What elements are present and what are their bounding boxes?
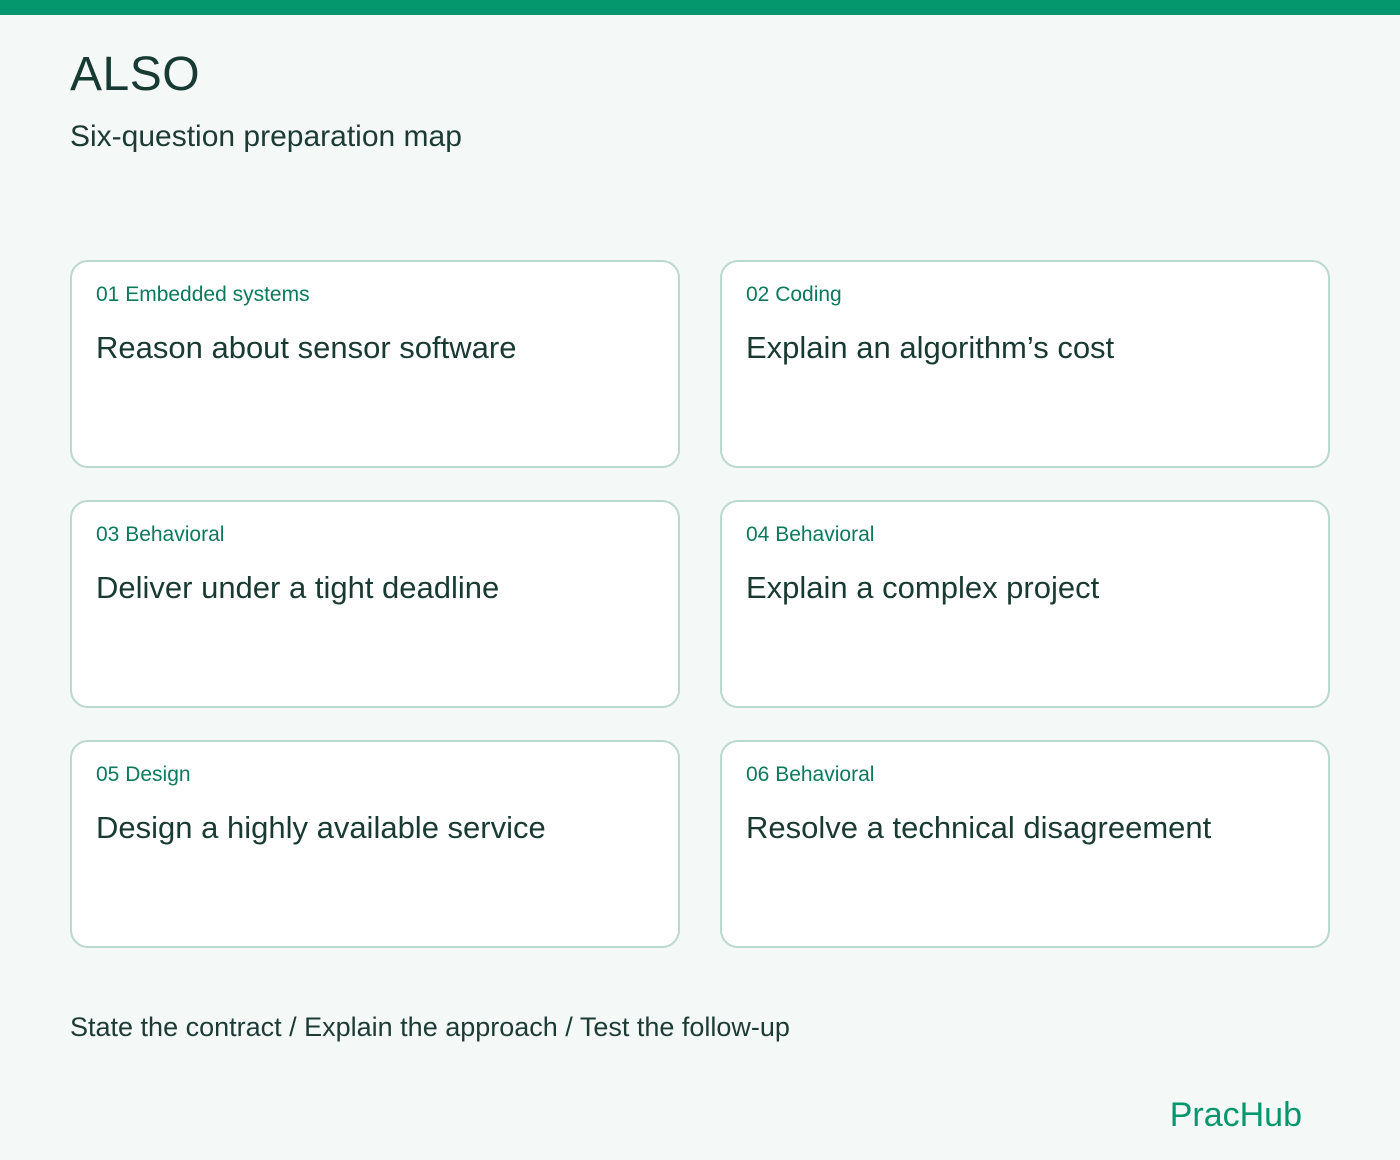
card-title: Deliver under a tight deadline	[96, 570, 500, 605]
card-title: Design a highly available service	[96, 810, 546, 845]
question-card-01[interactable]: 01 Embedded systems Reason about sensor …	[70, 260, 680, 468]
accent-top-bar	[0, 0, 1400, 15]
card-title: Resolve a technical disagreement	[746, 810, 1212, 845]
page-title: ALSO	[70, 48, 201, 101]
footer-steps: State the contract / Explain the approac…	[70, 1012, 790, 1042]
card-title: Reason about sensor software	[96, 330, 517, 365]
page-subtitle: Six-question preparation map	[70, 120, 462, 153]
card-tag: 05 Design	[96, 763, 191, 786]
card-tag: 04 Behavioral	[746, 523, 875, 546]
question-card-03[interactable]: 03 Behavioral Deliver under a tight dead…	[70, 500, 680, 708]
question-card-05[interactable]: 05 Design Design a highly available serv…	[70, 740, 680, 948]
card-tag: 03 Behavioral	[96, 523, 225, 546]
question-card-02[interactable]: 02 Coding Explain an algorithm’s cost	[720, 260, 1330, 468]
card-title: Explain an algorithm’s cost	[746, 330, 1115, 365]
question-card-04[interactable]: 04 Behavioral Explain a complex project	[720, 500, 1330, 708]
question-card-06[interactable]: 06 Behavioral Resolve a technical disagr…	[720, 740, 1330, 948]
question-cards-grid: 01 Embedded systems Reason about sensor …	[70, 260, 1330, 948]
card-tag: 02 Coding	[746, 283, 842, 306]
card-title: Explain a complex project	[746, 570, 1100, 605]
card-tag: 01 Embedded systems	[96, 283, 310, 306]
brand-logo-text: PracHub	[1169, 1096, 1302, 1134]
card-tag: 06 Behavioral	[746, 763, 875, 786]
